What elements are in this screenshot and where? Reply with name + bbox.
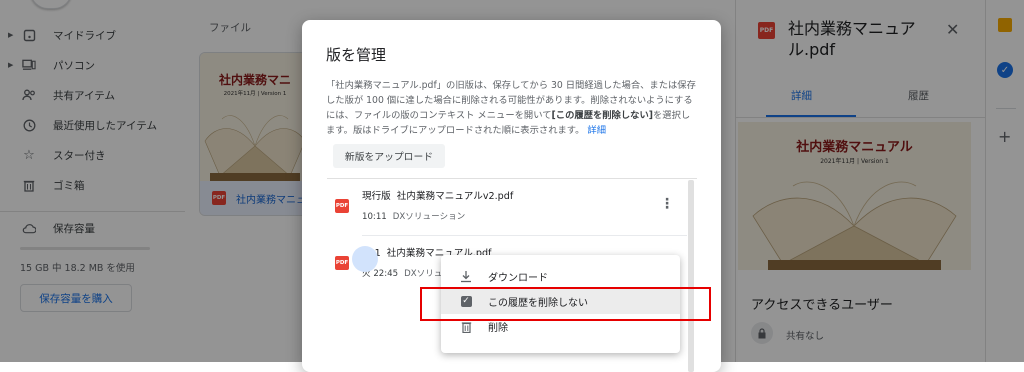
version-tag: 現行版: [362, 191, 391, 202]
menu-item-label: 削除: [488, 323, 508, 334]
description-bold: [この履歴を削除しない]: [551, 110, 653, 121]
dialog-description: 「社内業務マニュアル.pdf」の旧版は、保存してから 30 日間経過した場合、ま…: [326, 78, 696, 138]
more-options-icon[interactable]: ⋮: [659, 197, 675, 211]
version-title: 現行版 社内業務マニュアルv2.pdf: [362, 188, 513, 202]
download-icon: [459, 270, 473, 284]
more-options-active-icon[interactable]: [352, 246, 378, 272]
version-list-scrollbar[interactable]: [688, 180, 694, 372]
pdf-icon: PDF: [335, 199, 349, 213]
upload-new-version-button[interactable]: 新版をアップロード: [333, 144, 445, 168]
dialog-title: 版を管理: [326, 46, 387, 64]
version-row[interactable]: PDF 現行版 社内業務マニュアルv2.pdf 10:11 DXソリューション ⋮: [327, 179, 687, 229]
pdf-icon: PDF: [335, 256, 349, 270]
version-meta: 10:11 DXソリューション: [362, 210, 465, 222]
version-meta: 火 22:45 DXソリュー: [362, 267, 451, 279]
version-time: 10:11: [362, 212, 387, 222]
highlight-annotation-box: [420, 287, 711, 321]
menu-item-label: ダウンロード: [488, 273, 548, 284]
learn-more-link[interactable]: 詳細: [587, 125, 606, 136]
menu-item-download[interactable]: ダウンロード: [441, 264, 680, 289]
trash-icon: [459, 320, 473, 334]
version-owner: DXソリューション: [392, 212, 466, 222]
version-file-name: 社内業務マニュアルv2.pdf: [396, 191, 514, 202]
